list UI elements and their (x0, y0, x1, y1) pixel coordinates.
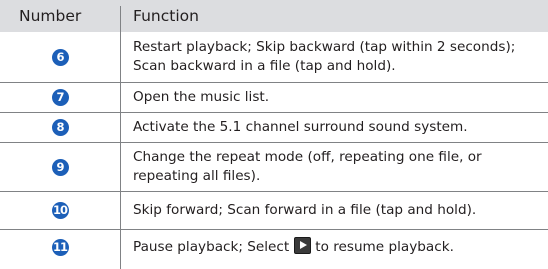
row-function-text: Change the repeat mode (off, repeating o… (133, 143, 543, 191)
table-row: 7 Open the music list. (0, 83, 548, 112)
row-function-text: Restart playback; Skip backward (tap wit… (133, 32, 543, 82)
number-badge: 11 (51, 238, 69, 256)
function-description: Activate the 5.1 channel surround sound … (133, 119, 468, 135)
table-row: 10 Skip forward; Scan forward in a file … (0, 192, 548, 229)
table-row: 11 Pause playback; Select to resume playb… (0, 230, 548, 264)
column-header-number: Number (19, 7, 82, 25)
number-badge: 6 (51, 48, 69, 66)
function-description: Change the repeat mode (off, repeating o… (133, 149, 482, 184)
row-function-text: Activate the 5.1 channel surround sound … (133, 113, 543, 142)
number-badge: 7 (51, 89, 69, 106)
row-number-cell: 7 (0, 83, 120, 112)
function-description: Restart playback; Skip backward (tap wit… (133, 39, 516, 74)
table-header: Number Function (0, 0, 548, 32)
number-badge: 9 (51, 158, 69, 176)
table-row: 8 Activate the 5.1 channel surround soun… (0, 113, 548, 142)
row-number-cell: 11 (0, 230, 120, 264)
row-function-text: Pause playback; Select to resume playback… (133, 230, 543, 264)
table-row: 9 Change the repeat mode (off, repeating… (0, 143, 548, 191)
row-number-cell: 9 (0, 143, 120, 191)
row-number-cell: 10 (0, 192, 120, 229)
function-description-before: Pause playback; Select (133, 239, 290, 255)
number-badge: 10 (51, 202, 69, 219)
function-description: Open the music list. (133, 89, 270, 105)
function-description: Skip forward; Scan forward in a file (ta… (133, 202, 477, 218)
number-badge: 8 (51, 119, 69, 136)
column-header-function: Function (133, 7, 199, 25)
row-number-cell: 8 (0, 113, 120, 142)
function-description: Pause playback; Select to resume playback… (133, 237, 454, 257)
row-function-text: Open the music list. (133, 83, 543, 112)
function-description-after: to resume playback. (315, 239, 454, 255)
table-row: 6 Restart playback; Skip backward (tap w… (0, 32, 548, 82)
row-number-cell: 6 (0, 32, 120, 82)
row-function-text: Skip forward; Scan forward in a file (ta… (133, 192, 543, 229)
play-icon (294, 237, 312, 254)
